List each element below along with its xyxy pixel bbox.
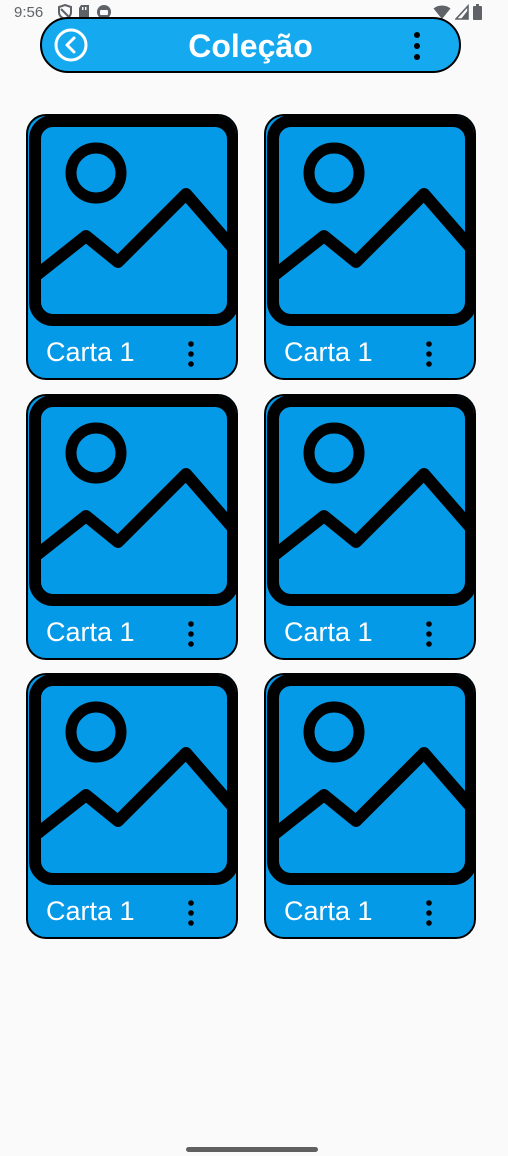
card-menu-button[interactable] (186, 899, 196, 927)
card-label: Carta 1 (46, 337, 135, 367)
back-button[interactable] (54, 28, 88, 62)
card-footer: Carta 1 (266, 330, 474, 378)
card-item[interactable]: Carta 1 (264, 114, 476, 380)
image-placeholder-icon (267, 675, 474, 885)
more-vert-icon (426, 621, 432, 647)
more-vert-icon (426, 900, 432, 926)
card-label: Carta 1 (284, 337, 373, 367)
image-placeholder-icon (29, 396, 236, 606)
card-item[interactable]: Carta 1 (26, 394, 238, 660)
more-vert-icon (188, 621, 194, 647)
card-label: Carta 1 (284, 896, 373, 926)
card-menu-button[interactable] (186, 340, 196, 368)
card-item[interactable]: Carta 1 (264, 673, 476, 939)
card-menu-button[interactable] (424, 340, 434, 368)
status-time: 9:56 (14, 4, 44, 21)
card-footer: Carta 1 (266, 610, 474, 658)
image-placeholder-icon (267, 116, 474, 326)
image-placeholder-icon (29, 675, 236, 885)
more-vert-icon (414, 32, 420, 60)
card-item[interactable]: Carta 1 (26, 114, 238, 380)
card-label: Carta 1 (46, 617, 135, 647)
page-title: Coleção (188, 28, 313, 64)
card-menu-button[interactable] (186, 620, 196, 648)
card-footer: Carta 1 (28, 610, 236, 658)
battery-icon (473, 4, 482, 20)
card-item[interactable]: Carta 1 (264, 394, 476, 660)
back-arrow-circle-icon (54, 28, 88, 62)
image-placeholder-icon (29, 116, 236, 326)
more-vert-icon (188, 900, 194, 926)
more-vert-icon (426, 341, 432, 367)
more-vert-icon (188, 341, 194, 367)
card-item[interactable]: Carta 1 (26, 673, 238, 939)
image-placeholder-icon (267, 396, 474, 606)
home-indicator[interactable] (186, 1147, 318, 1152)
card-footer: Carta 1 (266, 889, 474, 937)
card-footer: Carta 1 (28, 889, 236, 937)
app-bar: Coleção (40, 17, 461, 73)
card-footer: Carta 1 (28, 330, 236, 378)
signal-icon (455, 4, 469, 20)
card-menu-button[interactable] (424, 620, 434, 648)
card-label: Carta 1 (46, 896, 135, 926)
card-label: Carta 1 (284, 617, 373, 647)
card-menu-button[interactable] (424, 899, 434, 927)
overflow-menu-button[interactable] (411, 31, 423, 61)
